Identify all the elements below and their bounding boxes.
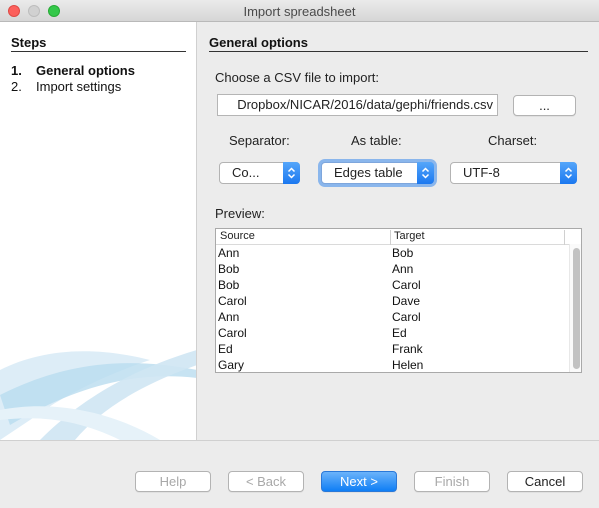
cell-target: Helen [392,358,424,372]
step-import-settings: 2. Import settings [11,79,121,94]
separator-value: Co... [232,165,260,180]
cell-target: Dave [392,294,421,308]
window-title: Import spreadsheet [243,4,356,19]
preview-header: Source Target [216,229,581,245]
browse-button[interactable]: ... [513,95,576,116]
column-header-target[interactable]: Target [394,230,425,242]
steps-divider [11,51,186,52]
step-number: 2. [11,79,22,94]
table-row[interactable]: Ann Bob [216,245,568,261]
preview-label: Preview: [215,206,265,221]
title-bar: Import spreadsheet [0,0,599,22]
separator-label: Separator: [229,133,290,148]
cell-source: Bob [218,278,240,292]
cell-source: Bob [218,262,240,276]
column-divider [564,230,565,245]
cell-source: Ann [218,246,240,260]
file-path-field[interactable]: Dropbox/NICAR/2016/data/gephi/friends.cs… [217,94,498,116]
steps-title: Steps [11,35,47,50]
column-header-source[interactable]: Source [220,230,255,242]
wizard-decoration-graphic [0,350,196,440]
charset-value: UTF-8 [463,165,500,180]
as-table-select[interactable]: Edges table [321,162,434,184]
table-row[interactable]: Ann Carol [216,309,568,325]
finish-button[interactable]: Finish [414,471,490,492]
help-button[interactable]: Help [135,471,211,492]
charset-select[interactable]: UTF-8 [450,162,577,184]
file-label: Choose a CSV file to import: [215,70,380,85]
chevron-updown-icon [417,162,434,184]
as-table-value: Edges table [334,165,403,180]
cell-target: Bob [392,246,414,260]
table-row[interactable]: Carol Dave [216,293,568,309]
preview-scrollbar[interactable] [569,244,581,372]
table-row[interactable]: Gary Helen [216,357,568,372]
table-row[interactable]: Bob Ann [216,261,568,277]
chevron-updown-icon [283,162,300,184]
step-general-options: 1. General options [11,63,135,78]
step-label: Import settings [36,79,122,94]
cell-target: Ann [392,262,414,276]
section-divider [209,51,588,52]
footer-divider [0,440,599,441]
cell-source: Ann [218,310,240,324]
cell-target: Frank [392,342,423,356]
cell-source: Ed [218,342,233,356]
step-number: 1. [11,63,22,78]
next-button[interactable]: Next > [321,471,397,492]
cell-target: Carol [392,310,421,324]
browse-button-label: ... [539,98,550,113]
back-button[interactable]: < Back [228,471,304,492]
table-row[interactable]: Bob Carol [216,277,568,293]
preview-table[interactable]: Source Target Ann Bob Bob Ann Bob Carol Car… [215,228,582,373]
table-row[interactable]: Carol Ed [216,325,568,341]
scrollbar-thumb[interactable] [573,248,580,369]
section-title: General options [209,35,308,50]
cell-target: Carol [392,278,421,292]
cell-source: Carol [218,326,247,340]
cell-target: Ed [392,326,407,340]
table-row[interactable]: Ed Frank [216,341,568,357]
column-divider [390,230,391,245]
steps-sidebar: Steps 1. General options 2. Import setting… [0,22,197,440]
step-label: General options [36,63,135,78]
file-path-text: Dropbox/NICAR/2016/data/gephi/friends.cs… [237,97,493,112]
cancel-button[interactable]: Cancel [507,471,583,492]
chevron-updown-icon [560,162,577,184]
as-table-label: As table: [351,133,402,148]
separator-select[interactable]: Co... [219,162,300,184]
cell-source: Gary [218,358,245,372]
charset-label: Charset: [488,133,538,148]
cell-source: Carol [218,294,247,308]
